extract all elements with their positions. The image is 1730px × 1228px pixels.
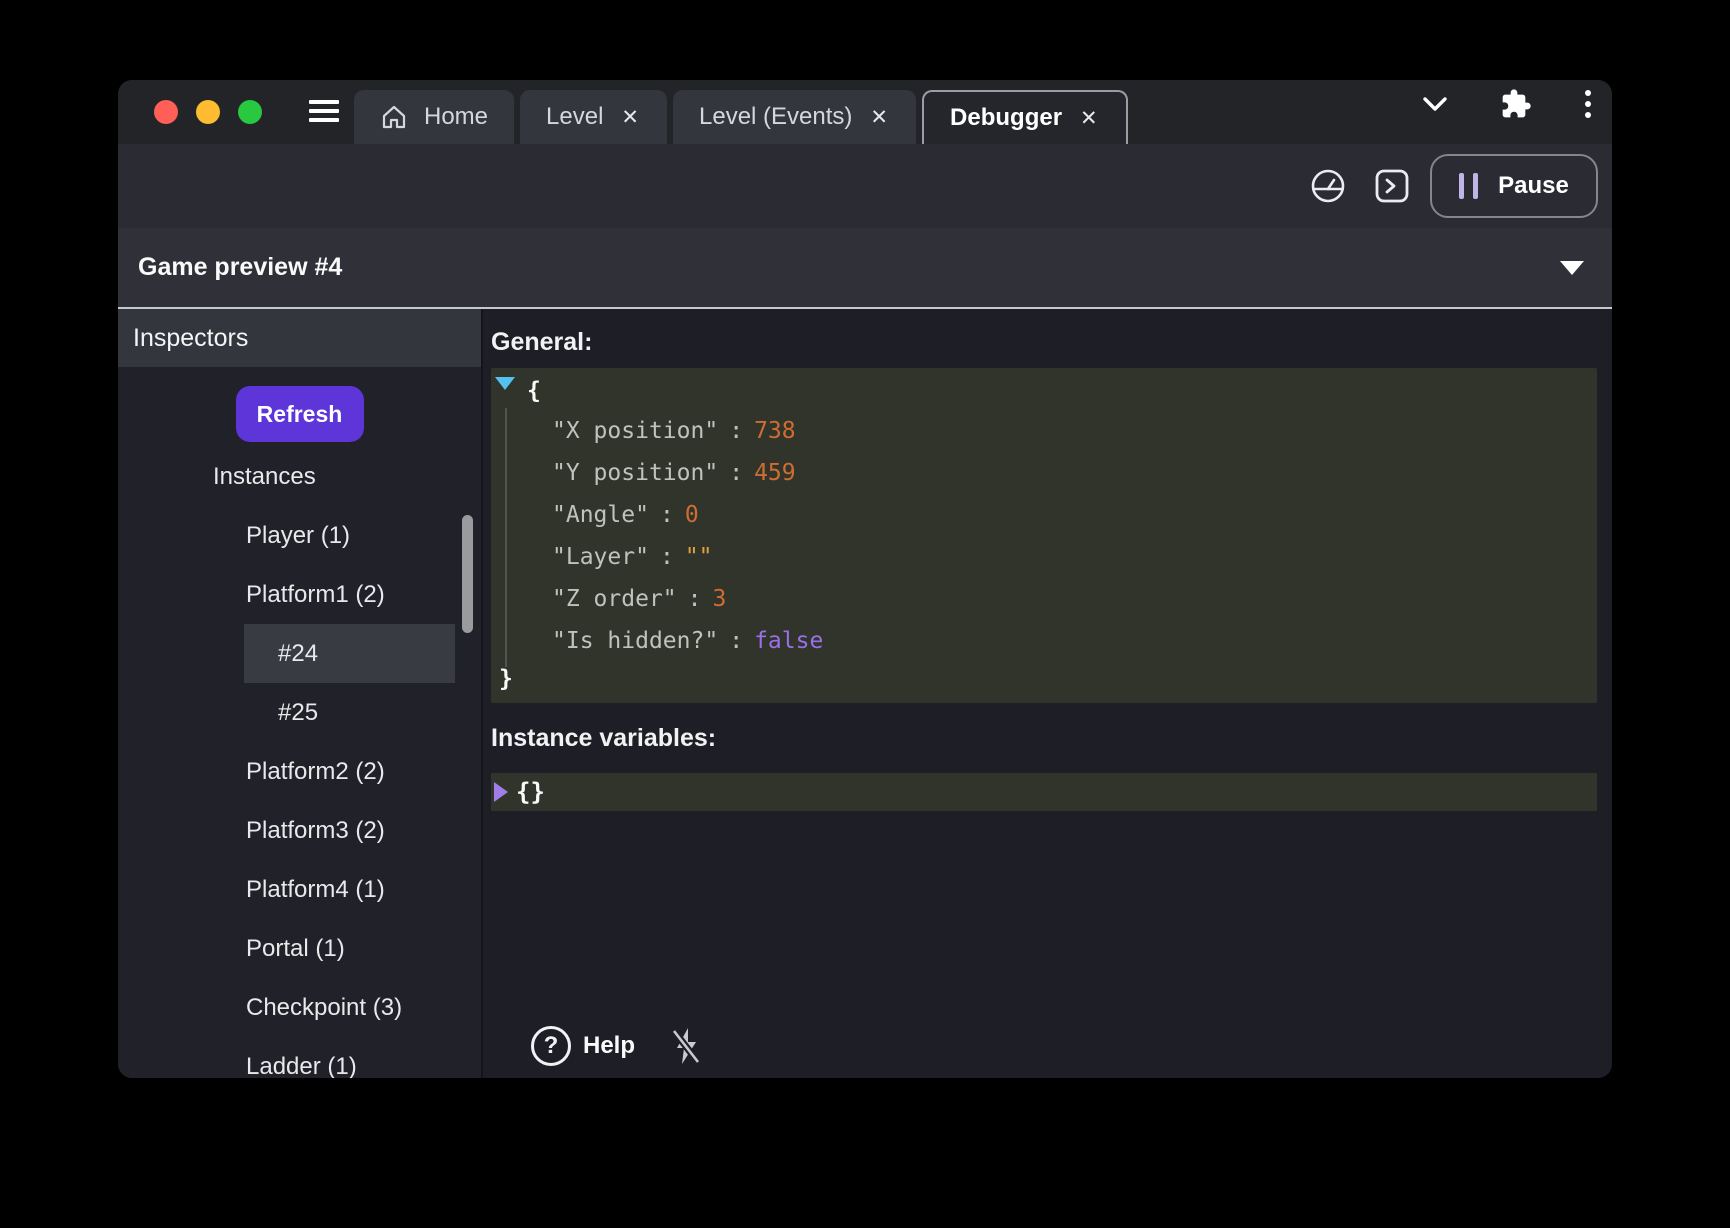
- debugger-console-icon[interactable]: [1374, 168, 1410, 204]
- property-value: false: [754, 628, 823, 654]
- pause-icon: [1459, 173, 1478, 199]
- property-value: 738: [754, 418, 796, 444]
- property-row-is-hidden: "Is hidden?":false: [499, 620, 1589, 662]
- performance-profiler-icon[interactable]: [1310, 168, 1346, 204]
- collapse-closed-icon[interactable]: [494, 782, 508, 802]
- general-properties-json: { "X position":738 "Y position":459 "Ang…: [491, 368, 1597, 703]
- property-value: 459: [754, 460, 796, 486]
- pause-button-label: Pause: [1498, 172, 1569, 200]
- extensions-puzzle-icon[interactable]: [1500, 88, 1532, 120]
- property-value: 0: [685, 502, 699, 528]
- property-row-z-order: "Z order":3: [499, 578, 1589, 620]
- tree-item-instances[interactable]: Instances: [118, 447, 455, 506]
- property-key: X position: [566, 418, 704, 444]
- indent-guide: [505, 408, 507, 667]
- home-icon: [380, 103, 408, 131]
- game-preview-title: Game preview #4: [138, 253, 342, 282]
- property-key: Z order: [566, 586, 663, 612]
- inspectors-header: Inspectors: [118, 309, 481, 367]
- property-row-x-position: "X position":738: [499, 410, 1589, 452]
- tree-item-instance-24[interactable]: #24: [244, 624, 455, 683]
- help-button-label[interactable]: Help: [583, 1032, 635, 1060]
- debugger-content: Inspectors Refresh Instances Player (1) …: [118, 309, 1612, 1078]
- property-key: Layer: [566, 544, 635, 570]
- help-icon[interactable]: ?: [531, 1026, 571, 1066]
- tab-label: Home: [424, 103, 488, 131]
- help-row: ? Help: [531, 1026, 703, 1066]
- tab-bar: Home Level ✕ Level (Events) ✕ Debugger ✕: [354, 80, 1128, 144]
- chevron-down-icon[interactable]: [1420, 90, 1450, 118]
- tab-label: Level (Events): [699, 103, 852, 131]
- property-row-angle: "Angle":0: [499, 494, 1589, 536]
- kebab-menu-icon[interactable]: [1582, 87, 1594, 121]
- property-key: Y position: [566, 460, 704, 486]
- tab-label: Level: [546, 103, 603, 131]
- close-tab-icon[interactable]: ✕: [1078, 106, 1100, 131]
- general-section-label: General:: [491, 328, 1597, 357]
- pause-button[interactable]: Pause: [1430, 154, 1598, 218]
- tab-debugger[interactable]: Debugger ✕: [922, 90, 1128, 144]
- refresh-button[interactable]: Refresh: [236, 386, 364, 442]
- main-menu-icon[interactable]: [306, 96, 342, 126]
- tab-level[interactable]: Level ✕: [520, 90, 667, 144]
- traffic-lights: [154, 100, 262, 124]
- tab-home[interactable]: Home: [354, 90, 514, 144]
- tab-label: Debugger: [950, 104, 1062, 132]
- property-key: Angle: [566, 502, 635, 528]
- inspector-detail-panel: General: { "X position":738 "Y position"…: [483, 309, 1612, 1078]
- tree-item-player[interactable]: Player (1): [118, 506, 455, 565]
- inspectors-sidebar: Inspectors Refresh Instances Player (1) …: [118, 309, 483, 1078]
- tree-item-portal[interactable]: Portal (1): [118, 919, 455, 978]
- inspectors-list: Refresh Instances Player (1) Platform1 (…: [118, 367, 481, 1078]
- instance-variables-json: {}: [491, 773, 1597, 811]
- property-key: Is hidden?: [566, 628, 704, 654]
- zoom-window-button[interactable]: [238, 100, 262, 124]
- tree-item-instance-25[interactable]: #25: [244, 683, 455, 742]
- instance-variables-value: {}: [516, 778, 545, 806]
- minimize-window-button[interactable]: [196, 100, 220, 124]
- tree-item-platform2[interactable]: Platform2 (2): [118, 742, 455, 801]
- sidebar-scrollbar[interactable]: [462, 515, 473, 633]
- collapse-open-icon[interactable]: [495, 377, 515, 390]
- instance-variables-label: Instance variables:: [491, 724, 1597, 753]
- close-window-button[interactable]: [154, 100, 178, 124]
- close-tab-icon[interactable]: ✕: [619, 105, 641, 130]
- debugger-toolbar: Pause: [118, 144, 1612, 228]
- property-row-y-position: "Y position":459: [499, 452, 1589, 494]
- tree-item-checkpoint[interactable]: Checkpoint (3): [118, 978, 455, 1037]
- tree-item-platform4[interactable]: Platform4 (1): [118, 860, 455, 919]
- tree-item-platform3[interactable]: Platform3 (2): [118, 801, 455, 860]
- titlebar-actions: [1420, 80, 1612, 144]
- debugger-window: Home Level ✕ Level (Events) ✕ Debugger ✕: [118, 80, 1612, 1078]
- tab-level-events[interactable]: Level (Events) ✕: [673, 90, 916, 144]
- dropdown-caret-icon[interactable]: [1560, 261, 1584, 275]
- property-value: "": [685, 544, 713, 570]
- property-row-layer: "Layer":"": [499, 536, 1589, 578]
- tree-item-ladder[interactable]: Ladder (1): [118, 1037, 455, 1078]
- flash-off-icon[interactable]: [669, 1026, 703, 1066]
- game-preview-selector[interactable]: Game preview #4: [118, 228, 1612, 309]
- instances-tree: Instances Player (1) Platform1 (2) #24 #…: [118, 447, 455, 1078]
- close-tab-icon[interactable]: ✕: [868, 105, 890, 130]
- tree-item-platform1[interactable]: Platform1 (2): [118, 565, 455, 624]
- property-value: 3: [713, 586, 727, 612]
- title-bar: Home Level ✕ Level (Events) ✕ Debugger ✕: [118, 80, 1612, 144]
